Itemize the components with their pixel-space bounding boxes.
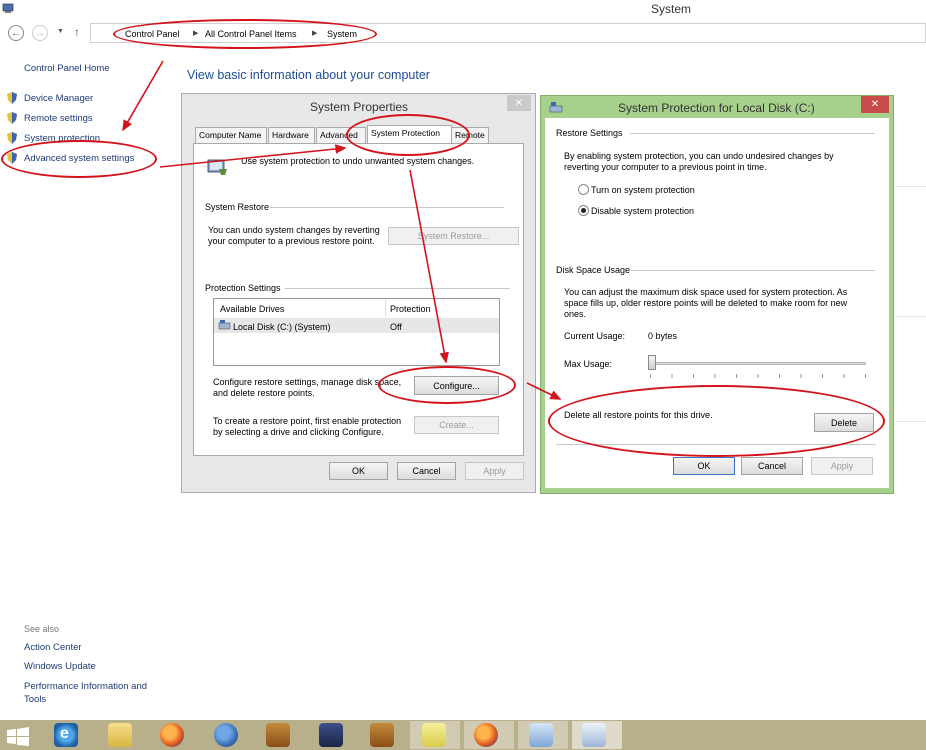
sticky-notes-icon[interactable] bbox=[422, 723, 446, 747]
create-description: by selecting a drive and clicking Config… bbox=[213, 427, 384, 437]
firefox-icon[interactable] bbox=[474, 723, 498, 747]
drive-icon bbox=[218, 320, 231, 330]
page-heading: View basic information about your comput… bbox=[187, 68, 430, 82]
annotation-ellipse bbox=[548, 385, 885, 457]
turn-on-protection-radio[interactable] bbox=[578, 184, 589, 195]
performance-information-link[interactable]: Performance Information and bbox=[24, 681, 147, 692]
annotation-ellipse bbox=[113, 19, 377, 49]
drive-name: Local Disk (C:) (System) bbox=[233, 322, 331, 332]
configure-description: Configure restore settings, manage disk … bbox=[213, 377, 402, 387]
close-button[interactable]: ✕ bbox=[507, 95, 531, 111]
protection-settings-group-title: Protection Settings bbox=[205, 283, 285, 293]
action-center-link[interactable]: Action Center bbox=[24, 642, 82, 653]
archive-icon[interactable] bbox=[370, 723, 394, 747]
disk-space-description: space fills up, older restore points wil… bbox=[564, 298, 848, 308]
annotation-arrow bbox=[122, 60, 164, 132]
tab-computer-name[interactable]: Computer Name bbox=[195, 127, 267, 143]
turn-on-protection-label[interactable]: Turn on system protection bbox=[591, 185, 695, 196]
back-arrow-icon: ← bbox=[11, 27, 21, 39]
device-manager-link[interactable]: Device Manager bbox=[24, 93, 93, 104]
recent-pages-dropdown-icon[interactable]: ▼ bbox=[57, 28, 64, 35]
firefox-icon[interactable] bbox=[160, 723, 184, 747]
shield-icon bbox=[7, 132, 17, 144]
divider bbox=[895, 186, 926, 187]
group-divider bbox=[270, 207, 504, 208]
forward-button[interactable]: → bbox=[32, 25, 48, 41]
e-glyph: e bbox=[60, 725, 69, 742]
control-panel-home-link[interactable]: Control Panel Home bbox=[24, 63, 110, 74]
configure-description: and delete restore points. bbox=[213, 388, 315, 398]
see-also-label: See also bbox=[24, 624, 60, 634]
system-properties-title: System Properties bbox=[310, 100, 409, 114]
divider bbox=[895, 421, 926, 422]
system-restore-group-title: System Restore bbox=[205, 202, 274, 212]
restore-description: your computer to a previous restore poin… bbox=[208, 236, 375, 246]
cancel-button[interactable]: Cancel bbox=[397, 462, 456, 480]
window-title-bar: System bbox=[0, 0, 926, 20]
drive-protection-status: Off bbox=[390, 322, 402, 332]
column-divider bbox=[385, 300, 386, 316]
create-description: To create a restore point, first enable … bbox=[213, 416, 402, 426]
disk-space-description: You can adjust the maximum disk space us… bbox=[564, 287, 848, 297]
system-icon[interactable] bbox=[582, 723, 606, 747]
apply-button[interactable]: Apply bbox=[811, 457, 873, 475]
internet-explorer-icon[interactable]: e bbox=[54, 723, 78, 747]
shield-icon bbox=[7, 112, 17, 124]
system-protection-title: System Protection for Local Disk (C:) bbox=[618, 101, 815, 115]
windows-start-icon[interactable] bbox=[6, 727, 30, 747]
annotation-ellipse bbox=[378, 366, 516, 404]
system-app-icon bbox=[2, 3, 14, 13]
close-icon: ✕ bbox=[870, 99, 880, 110]
max-usage-slider-thumb[interactable] bbox=[648, 355, 656, 370]
disable-protection-label[interactable]: Disable system protection bbox=[591, 206, 694, 217]
thunderbird-icon[interactable] bbox=[214, 723, 238, 747]
max-usage-slider-track[interactable] bbox=[650, 362, 866, 365]
current-usage-value: 0 bytes bbox=[648, 331, 678, 341]
divider bbox=[895, 316, 926, 317]
intro-text: Use system protection to undo unwanted s… bbox=[241, 156, 475, 166]
ok-button[interactable]: OK bbox=[329, 462, 388, 480]
group-divider bbox=[631, 270, 875, 271]
max-usage-label: Max Usage: bbox=[564, 359, 613, 369]
restore-description: You can undo system changes by reverting bbox=[208, 225, 380, 235]
restore-settings-group-title: Restore Settings bbox=[556, 128, 627, 138]
apply-button[interactable]: Apply bbox=[465, 462, 524, 480]
taskbar bbox=[0, 720, 926, 750]
drive-icon bbox=[549, 102, 563, 113]
forward-arrow-icon: → bbox=[35, 27, 45, 39]
control-panel-icon[interactable] bbox=[529, 723, 553, 747]
back-button[interactable]: ← bbox=[8, 25, 24, 41]
performance-tools-link[interactable]: Tools bbox=[24, 694, 46, 705]
annotation-ellipse bbox=[1, 140, 157, 178]
cancel-button[interactable]: Cancel bbox=[741, 457, 803, 475]
system-restore-button[interactable]: System Restore... bbox=[388, 227, 519, 245]
media-player-icon[interactable] bbox=[319, 723, 343, 747]
protection-column-header[interactable]: Protection bbox=[390, 304, 431, 315]
up-level-button[interactable]: ↑ bbox=[74, 25, 80, 39]
restore-settings-description: reverting your computer to a previous po… bbox=[564, 162, 767, 172]
archive-icon[interactable] bbox=[266, 723, 290, 747]
create-button[interactable]: Create... bbox=[414, 416, 499, 434]
group-divider bbox=[285, 288, 510, 289]
slider-ticks bbox=[650, 374, 866, 378]
window-title: System bbox=[651, 2, 692, 16]
remote-settings-link[interactable]: Remote settings bbox=[24, 113, 93, 124]
disk-space-group-title: Disk Space Usage bbox=[556, 265, 635, 275]
ok-button[interactable]: OK bbox=[673, 457, 735, 475]
annotation-ellipse bbox=[346, 114, 470, 156]
disable-protection-radio[interactable] bbox=[578, 205, 589, 216]
drives-column-header[interactable]: Available Drives bbox=[220, 304, 284, 315]
group-divider bbox=[630, 133, 875, 134]
disk-space-description: ones. bbox=[564, 309, 587, 319]
shield-icon bbox=[7, 92, 17, 104]
system-protection-icon bbox=[207, 159, 227, 175]
current-usage-label: Current Usage: bbox=[564, 331, 626, 341]
up-arrow-icon: ↑ bbox=[74, 25, 80, 39]
restore-settings-description: By enabling system protection, you can u… bbox=[564, 151, 834, 161]
file-explorer-icon[interactable] bbox=[108, 723, 132, 747]
tab-hardware[interactable]: Hardware bbox=[268, 127, 315, 143]
close-button[interactable]: ✕ bbox=[861, 96, 889, 113]
close-icon: ✕ bbox=[514, 97, 524, 109]
windows-update-link[interactable]: Windows Update bbox=[24, 661, 96, 672]
